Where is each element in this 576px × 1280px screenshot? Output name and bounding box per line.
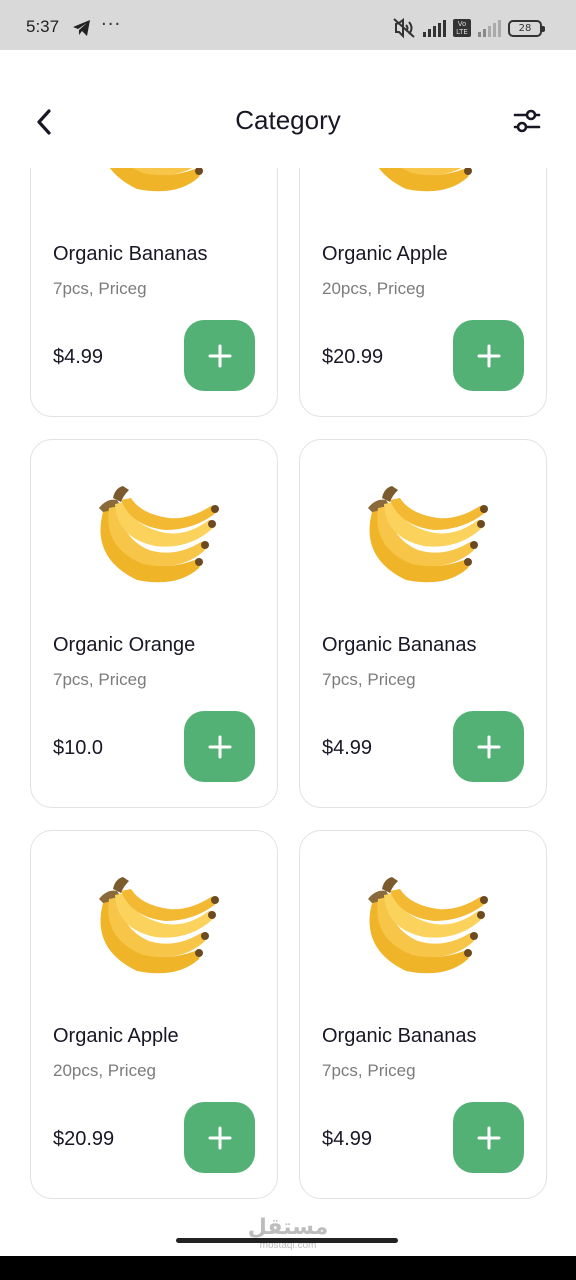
product-card[interactable]: Organic Apple 20pcs, Priceg $20.99: [30, 830, 278, 1199]
product-quantity: 7pcs, Priceg: [53, 670, 147, 689]
product-card[interactable]: Organic Apple 20pcs, Priceg $20.99: [299, 168, 547, 417]
product-card[interactable]: Organic Bananas 7pcs, Priceg $4.99: [299, 439, 547, 808]
status-bar: 5:37 ··· Vo LTE 28: [0, 0, 576, 50]
app-header: Category: [0, 50, 576, 168]
mute-icon: [393, 18, 415, 39]
product-price: $4.99: [53, 346, 104, 368]
product-price: $20.99: [53, 1128, 115, 1150]
signal-icon: [423, 19, 446, 37]
add-to-cart-button[interactable]: [184, 1102, 255, 1173]
system-nav-bar: [0, 1256, 576, 1280]
plus-icon: [477, 344, 500, 367]
plus-icon: [208, 344, 231, 367]
status-icons: Vo LTE 28: [392, 17, 545, 39]
watermark: مستقل mostaql.com: [240, 1216, 336, 1256]
product-name: Organic Bananas: [322, 1025, 477, 1047]
add-to-cart-button[interactable]: [184, 320, 255, 391]
plus-icon: [208, 735, 231, 758]
product-price: $4.99: [322, 737, 373, 759]
plus-icon: [477, 1126, 500, 1149]
page-title: Category: [235, 105, 341, 135]
product-name: Organic Bananas: [53, 243, 208, 265]
product-quantity: 7pcs, Priceg: [53, 279, 147, 298]
watermark-arabic: مستقل: [247, 1215, 329, 1240]
banana-image: [109, 168, 203, 192]
product-quantity: 20pcs, Priceg: [322, 279, 425, 298]
product-price: $10.0: [53, 737, 104, 759]
banana-image: [99, 877, 219, 974]
product-name: Organic Bananas: [322, 634, 477, 656]
more-notifications-icon: ···: [101, 14, 122, 35]
banana-image: [378, 168, 472, 192]
plus-icon: [477, 735, 500, 758]
product-name: Organic Orange: [53, 634, 196, 656]
product-card[interactable]: Organic Orange 7pcs, Priceg $10.0: [30, 439, 278, 808]
product-name: Organic Apple: [53, 1025, 179, 1047]
product-price: $20.99: [322, 346, 384, 368]
telegram-icon: [73, 20, 90, 36]
product-quantity: 7pcs, Priceg: [322, 670, 416, 689]
product-name: Organic Apple: [322, 243, 448, 265]
banana-image: [99, 486, 219, 583]
banana-image: [368, 877, 488, 974]
product-quantity: 20pcs, Priceg: [53, 1061, 156, 1080]
product-grid: Organic Bananas 7pcs, Priceg $4.99 Organ…: [30, 168, 548, 1199]
product-card[interactable]: Organic Bananas 7pcs, Priceg $4.99: [30, 168, 278, 417]
add-to-cart-button[interactable]: [453, 320, 524, 391]
volte-badge: Vo LTE: [453, 19, 471, 37]
product-list[interactable]: Organic Bananas 7pcs, Priceg $4.99 Organ…: [0, 168, 576, 1228]
filter-button[interactable]: [512, 106, 542, 136]
product-card[interactable]: Organic Bananas 7pcs, Priceg $4.99: [299, 830, 547, 1199]
add-to-cart-button[interactable]: [453, 711, 524, 782]
home-indicator[interactable]: [176, 1238, 398, 1243]
status-time: 5:37: [26, 17, 60, 36]
product-price: $4.99: [322, 1128, 373, 1150]
add-to-cart-button[interactable]: [453, 1102, 524, 1173]
signal-icon-2: [478, 19, 501, 37]
add-to-cart-button[interactable]: [184, 711, 255, 782]
banana-image: [368, 486, 488, 583]
product-quantity: 7pcs, Priceg: [322, 1061, 416, 1080]
battery-icon: 28: [508, 19, 545, 37]
plus-icon: [208, 1126, 231, 1149]
